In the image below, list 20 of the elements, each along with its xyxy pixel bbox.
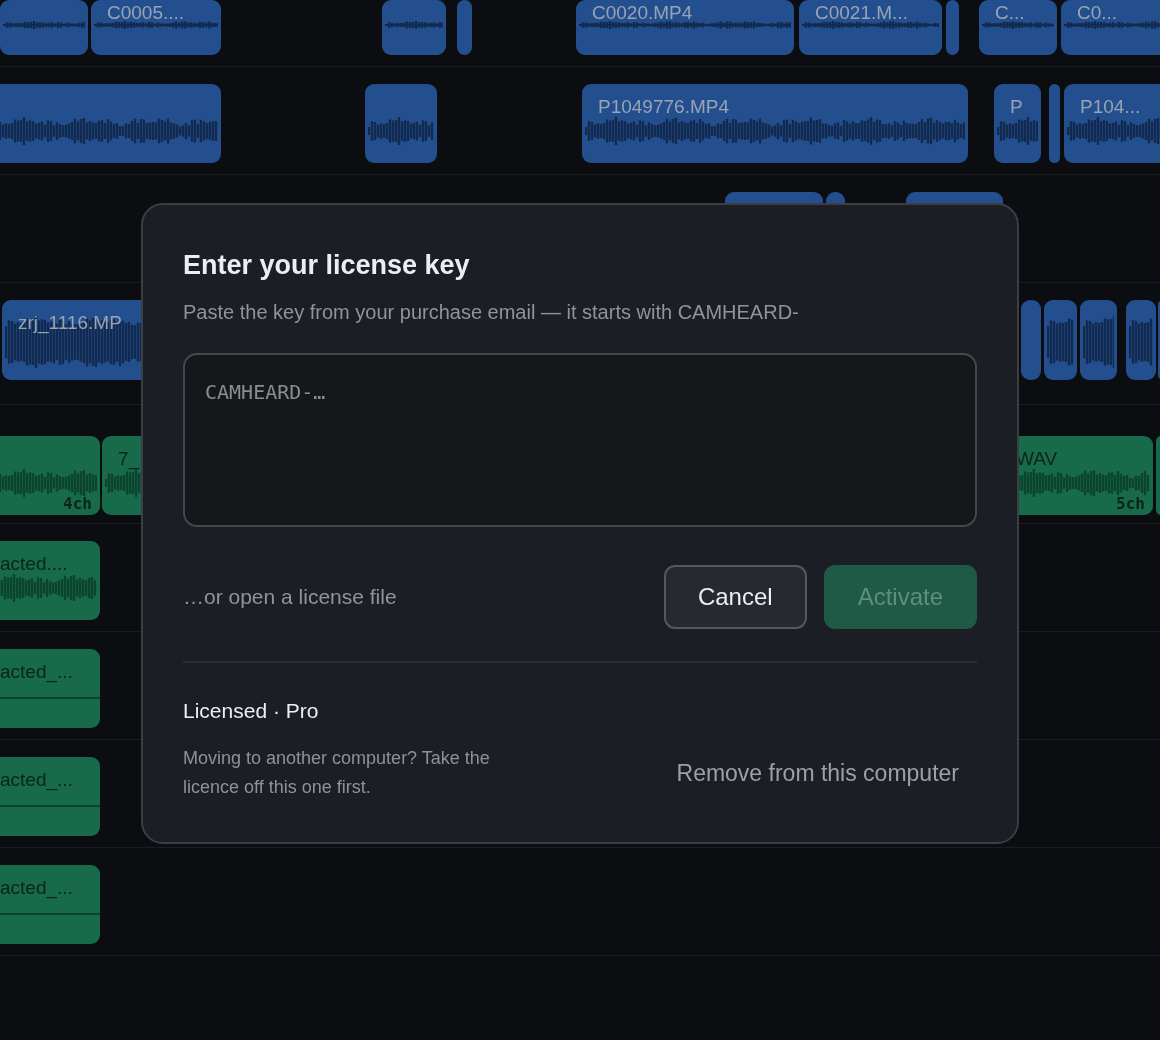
clip-name: zrj_1116.MP <box>18 313 122 332</box>
clip-name: C0020.MP4 <box>592 3 693 22</box>
clip-name: acted_... <box>0 770 73 789</box>
clip-name: C0... <box>1077 3 1118 22</box>
clip-name: P104... <box>1080 97 1141 116</box>
clip-name: P1049776.MP4 <box>598 97 729 116</box>
dialog-title: Enter your license key <box>183 249 471 282</box>
clip-name: acted.... <box>0 554 68 573</box>
channel-count: 4ch <box>63 496 92 512</box>
channel-count: 5ch <box>1116 496 1145 512</box>
clip-name: C0005.... <box>107 3 185 22</box>
license-note: Moving to another computer? Take the licence off this one first. <box>183 747 491 800</box>
clip-name: acted_... <box>0 878 73 897</box>
clip-name: C0021.M... <box>815 3 908 22</box>
clip-name: acted_... <box>0 662 73 681</box>
clip-name: C... <box>995 3 1025 22</box>
license-status: Licensed · Pro <box>183 697 320 724</box>
clip-name: 7_ <box>118 449 140 468</box>
clip-name: P <box>1010 97 1023 116</box>
dialog-subtitle: Paste the key from your purchase email — it starts with CAMHEARD- <box>183 299 800 325</box>
